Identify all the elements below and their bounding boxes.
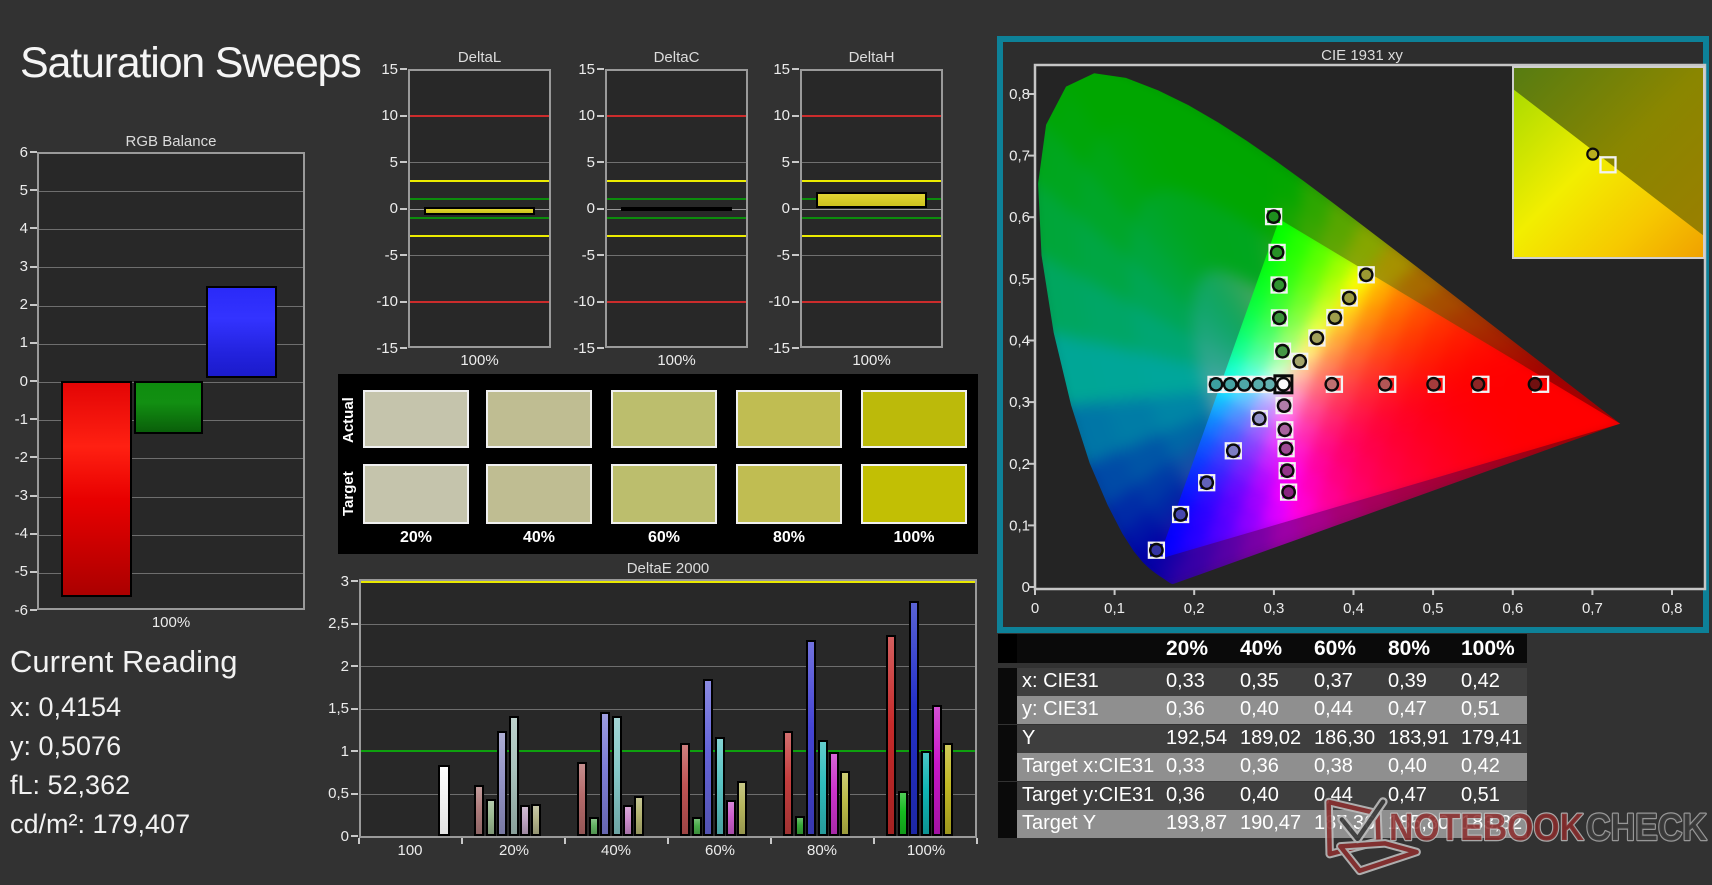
svg-text:0,6: 0,6 <box>1009 209 1030 226</box>
svg-text:NOTEBOOK: NOTEBOOK <box>1389 807 1584 849</box>
svg-text:0,8: 0,8 <box>1009 86 1030 103</box>
svg-text:0,3: 0,3 <box>1009 394 1030 411</box>
svg-text:0,4: 0,4 <box>1343 600 1364 617</box>
svg-text:0,2: 0,2 <box>1009 456 1030 473</box>
svg-text:0,3: 0,3 <box>1263 600 1284 617</box>
svg-text:0,1: 0,1 <box>1104 600 1125 617</box>
svg-text:0,7: 0,7 <box>1009 148 1030 165</box>
svg-text:CIE 1931 xy: CIE 1931 xy <box>1321 47 1403 64</box>
svg-text:0,1: 0,1 <box>1009 517 1030 534</box>
svg-text:0,5: 0,5 <box>1009 271 1030 288</box>
svg-text:0,6: 0,6 <box>1502 600 1523 617</box>
svg-text:0,2: 0,2 <box>1184 600 1205 617</box>
svg-text:0: 0 <box>1031 600 1039 617</box>
svg-text:CHECK: CHECK <box>1586 807 1707 849</box>
svg-text:0,5: 0,5 <box>1423 600 1444 617</box>
svg-text:0,4: 0,4 <box>1009 333 1030 350</box>
svg-text:0,7: 0,7 <box>1582 600 1603 617</box>
svg-text:0,8: 0,8 <box>1662 600 1683 617</box>
